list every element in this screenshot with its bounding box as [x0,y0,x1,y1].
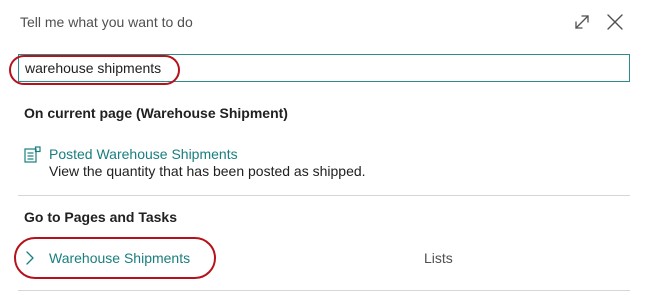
search-input[interactable] [25,55,615,81]
chevron-right-icon[interactable] [24,250,36,266]
close-icon[interactable] [605,12,625,32]
result-warehouse-shipments[interactable]: Warehouse Shipments [49,250,190,266]
section-heading-pages-tasks: Go to Pages and Tasks [24,209,178,225]
expand-icon[interactable] [573,13,591,31]
result-posted-warehouse-shipments[interactable]: Posted Warehouse Shipments [49,146,238,162]
result-description: View the quantity that has been posted a… [49,163,366,179]
result-category: Lists [424,250,453,266]
report-icon [24,146,41,163]
section-heading-current-page: On current page (Warehouse Shipment) [24,105,288,121]
dialog-title: Tell me what you want to do [20,14,193,30]
divider [18,290,630,291]
search-box[interactable] [18,54,630,82]
divider [18,195,630,196]
